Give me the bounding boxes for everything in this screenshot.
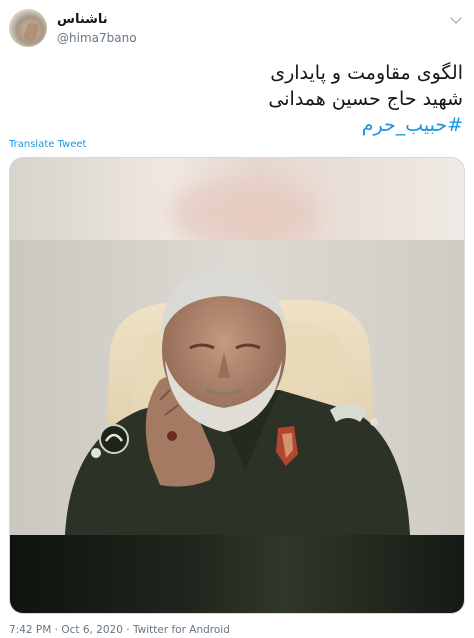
tweet-time[interactable]: 7:42 PM <box>9 624 51 636</box>
tweet-line: شهید حاج حسین همدانی <box>268 88 463 110</box>
tweet-meta: 7:42 PM · Oct 6, 2020 · Twitter for Andr… <box>9 624 230 636</box>
tweet-source[interactable]: Twitter for Android <box>133 624 230 636</box>
tweet-line: الگوی مقاومت و پایداری <box>270 62 463 84</box>
chevron-down-icon[interactable] <box>450 12 462 24</box>
meta-separator: · <box>126 624 130 636</box>
photo-portrait <box>10 240 464 535</box>
translate-tweet-link[interactable]: Translate Tweet <box>9 139 86 150</box>
author-display-name[interactable]: ناشناس <box>57 12 108 27</box>
author-handle[interactable]: @hima7bano <box>57 31 137 45</box>
tweet-text: الگوی مقاومت و پایداری شهید حاج حسین همد… <box>23 60 463 138</box>
hashtag-link[interactable]: #حبیب_حرم <box>23 112 463 138</box>
tweet-photo[interactable] <box>9 157 465 614</box>
photo-blur-top <box>10 158 464 248</box>
avatar[interactable] <box>9 9 47 47</box>
tweet-date[interactable]: Oct 6, 2020 <box>61 624 123 636</box>
meta-separator: · <box>54 624 58 636</box>
avatar-figure <box>22 21 40 43</box>
photo-blur-bottom <box>10 535 464 613</box>
